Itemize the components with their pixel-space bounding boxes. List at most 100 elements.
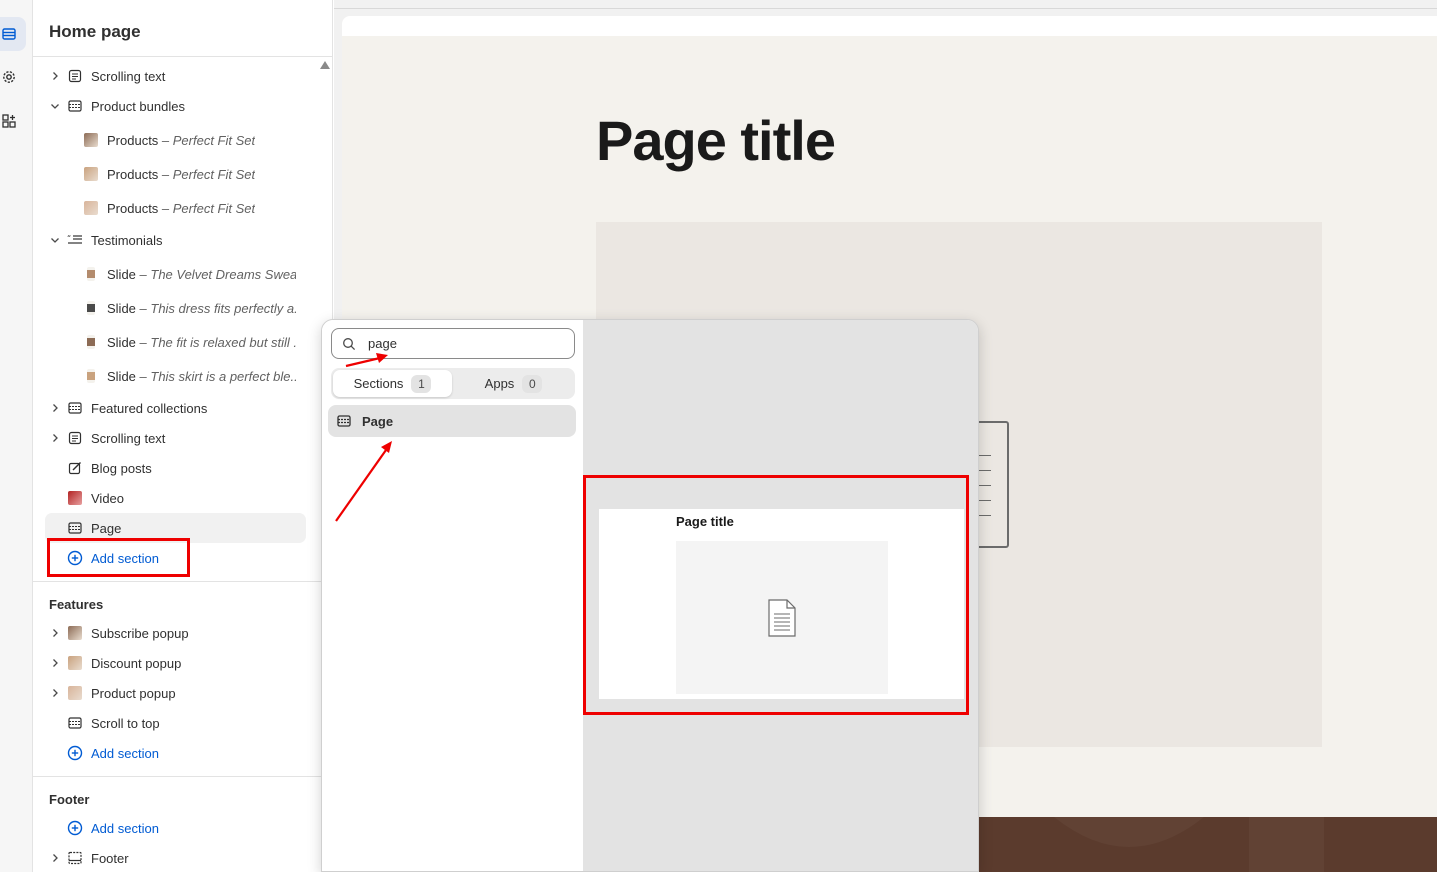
product-thumbnail-icon — [83, 200, 99, 216]
footer-icon — [67, 850, 83, 866]
settings-rail-button[interactable] — [0, 60, 26, 94]
sidebar-item-label: Product bundles — [91, 98, 185, 114]
slide-thumbnail-icon — [83, 334, 99, 350]
sidebar-item-products[interactable]: Products – Perfect Fit Set — [45, 125, 306, 155]
sidebar-item-scroll-to-top[interactable]: Scroll to top — [45, 708, 306, 738]
gear-icon — [1, 69, 17, 85]
sidebar-item-subscribe-popup[interactable]: Subscribe popup — [45, 618, 306, 648]
preview-highlight — [583, 475, 969, 715]
text-block-icon — [67, 430, 83, 446]
sections-icon — [1, 26, 17, 42]
sidebar-item-label: Products — [107, 132, 159, 148]
product-thumbnail-icon — [83, 166, 99, 182]
sidebar-item-products[interactable]: Products – Perfect Fit Set — [45, 159, 306, 189]
sidebar-item-label: Slide — [107, 300, 136, 316]
slide-thumbnail-icon — [83, 368, 99, 384]
sidebar-item-detail: – This skirt is a perfect ble... — [135, 368, 296, 384]
sidebar-item-discount-popup[interactable]: Discount popup — [45, 648, 306, 678]
page-header-strip — [342, 16, 1437, 36]
sidebar-item-detail: – The fit is relaxed but still ... — [135, 334, 296, 350]
product-thumbnail-icon — [83, 132, 99, 148]
sidebar-item-detail: – This dress fits perfectly a... — [135, 300, 296, 316]
sidebar-item-scrolling-text[interactable]: Scrolling text — [45, 423, 306, 453]
add-section-button-features[interactable]: Add section — [45, 738, 306, 768]
section-picker-list: page Sections 1 Apps 0 Page — [322, 320, 583, 871]
preview-top-border — [334, 8, 1437, 9]
plus-circle-icon — [67, 820, 83, 836]
add-section-popover: page Sections 1 Apps 0 Page Page title — [321, 319, 979, 872]
sidebar-item-label: Scrolling text — [91, 68, 166, 84]
sidebar-item-label: Blog posts — [91, 460, 152, 476]
features-heading: Features — [49, 597, 104, 612]
text-block-icon — [67, 68, 83, 84]
chevron-right-icon[interactable] — [45, 658, 65, 668]
svg-text:“: “ — [67, 234, 71, 243]
sidebar-item-slide[interactable]: Slide – This skirt is a perfect ble... — [45, 361, 306, 391]
slide-thumbnail-icon — [83, 266, 99, 282]
sidebar-item-scrolling-text[interactable]: Scrolling text — [45, 61, 306, 91]
sidebar-item-detail: – The Velvet Dreams Swea... — [135, 266, 296, 282]
section-icon — [67, 520, 83, 536]
sidebar-item-products[interactable]: Products – Perfect Fit Set — [45, 193, 306, 223]
sections-sidebar: Home page Scrolling text Product bundles P… — [33, 0, 333, 872]
sidebar-item-label: Products — [107, 166, 159, 182]
footer-heading: Footer — [49, 792, 90, 807]
sidebar-item-label: Slide — [107, 266, 136, 282]
add-section-label: Add section — [91, 745, 159, 761]
chevron-down-icon[interactable] — [45, 235, 65, 245]
sidebar-item-label: Slide — [107, 334, 136, 350]
add-section-button-footer[interactable]: Add section — [45, 813, 306, 843]
sidebar-item-detail: – Perfect Fit Set — [158, 132, 256, 148]
chevron-right-icon[interactable] — [45, 628, 65, 638]
sidebar-item-label: Product popup — [91, 685, 176, 701]
add-section-label: Add section — [91, 820, 159, 836]
sidebar-item-product-bundles[interactable]: Product bundles — [45, 91, 306, 121]
slide-thumbnail-icon — [83, 300, 99, 316]
chevron-right-icon[interactable] — [45, 71, 65, 81]
sidebar-item-label: Featured collections — [91, 400, 208, 416]
plus-circle-icon — [67, 745, 83, 761]
sidebar-item-label: Footer — [91, 850, 129, 866]
popup-thumbnail-icon — [67, 625, 83, 641]
popup-thumbnail-icon — [67, 655, 83, 671]
preview-page-title: Page title — [596, 109, 836, 172]
sidebar-item-label: Subscribe popup — [91, 625, 189, 641]
divider — [33, 776, 332, 777]
sidebar-item-slide[interactable]: Slide – This dress fits perfectly a... — [45, 293, 306, 323]
sidebar-item-product-popup[interactable]: Product popup — [45, 678, 306, 708]
chevron-right-icon[interactable] — [45, 403, 65, 413]
app-rail — [0, 0, 33, 872]
sidebar-item-detail: – Perfect Fit Set — [158, 200, 256, 216]
chevron-right-icon[interactable] — [45, 688, 65, 698]
sidebar-item-label: Scrolling text — [91, 430, 166, 446]
scroll-up-arrow-icon[interactable] — [320, 61, 330, 69]
sidebar-item-label: Discount popup — [91, 655, 182, 671]
apps-rail-button[interactable] — [0, 104, 26, 138]
apps-icon — [1, 113, 17, 129]
sidebar-item-label: Page — [91, 520, 122, 536]
sidebar-title: Home page — [33, 0, 332, 57]
chevron-down-icon[interactable] — [45, 101, 65, 111]
section-preview-pane: Page title — [583, 320, 978, 871]
sidebar-item-label: Video — [91, 490, 125, 506]
sections-rail-button[interactable] — [0, 17, 26, 51]
chevron-right-icon[interactable] — [45, 433, 65, 443]
divider — [33, 581, 332, 582]
sidebar-item-video[interactable]: Video — [45, 483, 306, 513]
sidebar-item-label: Slide — [107, 368, 136, 384]
sidebar-item-footer[interactable]: Footer — [45, 843, 306, 872]
chevron-right-icon[interactable] — [45, 853, 65, 863]
section-icon — [67, 98, 83, 114]
testimonials-icon: “ — [67, 232, 83, 248]
sidebar-item-featured-collections[interactable]: Featured collections — [45, 393, 306, 423]
footer-band-preview — [979, 817, 1437, 872]
add-section-highlight — [47, 538, 190, 577]
sidebar-item-testimonials[interactable]: “ Testimonials — [45, 225, 306, 255]
sidebar-item-slide[interactable]: Slide – The Velvet Dreams Swea... — [45, 259, 306, 289]
sidebar-item-blog-posts[interactable]: Blog posts — [45, 453, 306, 483]
sidebar-item-detail: – Perfect Fit Set — [158, 166, 256, 182]
blog-icon — [67, 460, 83, 476]
section-icon — [67, 715, 83, 731]
sidebar-item-slide[interactable]: Slide – The fit is relaxed but still ... — [45, 327, 306, 357]
popup-thumbnail-icon — [67, 685, 83, 701]
